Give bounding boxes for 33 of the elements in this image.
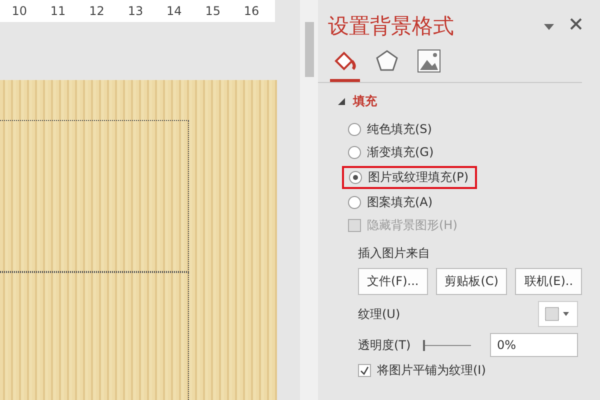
ruler-number: 13 <box>128 4 144 18</box>
source-button[interactable]: 联机(E).. <box>515 268 582 295</box>
source-button[interactable]: 剪贴板(C) <box>436 268 508 295</box>
collapse-icon <box>338 98 345 105</box>
checkbox[interactable] <box>358 364 371 377</box>
ruler-number: 12 <box>89 4 104 18</box>
radio-button[interactable] <box>348 196 361 209</box>
section-header[interactable]: 填充 <box>318 83 600 118</box>
radio-option[interactable]: 渐变填充(G) <box>348 143 434 162</box>
ruler-number: 10 <box>12 4 27 18</box>
dropdown-icon <box>563 312 569 316</box>
panel-title: 设置背景格式 <box>328 13 455 40</box>
radio-option[interactable]: 图案填充(A) <box>348 193 433 212</box>
radio-button[interactable] <box>348 146 361 159</box>
ruler-number: 14 <box>166 4 182 18</box>
transparency-field[interactable]: 0% <box>490 333 578 357</box>
texture-swatch-icon <box>545 307 559 321</box>
texture-label: 纹理(U) <box>358 306 400 322</box>
check-icon <box>360 366 369 375</box>
radio-button[interactable] <box>348 123 361 136</box>
radio-option[interactable]: 纯色填充(S) <box>348 120 432 139</box>
ruler-number: 11 <box>50 4 66 18</box>
ruler-number: 16 <box>244 4 260 18</box>
radio-option[interactable]: 图片或纹理填充(P) <box>342 166 477 189</box>
source-button[interactable]: 文件(F)... <box>358 268 428 295</box>
tile-checkbox-option[interactable]: 将图片平铺为纹理(I) <box>358 361 486 380</box>
insert-label: 插入图片来自 <box>358 245 431 262</box>
scroll-bar[interactable] <box>300 0 318 400</box>
ruler-number: 15 <box>205 4 220 18</box>
texture-dropdown[interactable] <box>538 301 578 327</box>
slider-thumb[interactable] <box>422 340 425 350</box>
radio-button[interactable] <box>349 171 362 184</box>
transparency-label: 透明度(T) <box>358 336 411 354</box>
